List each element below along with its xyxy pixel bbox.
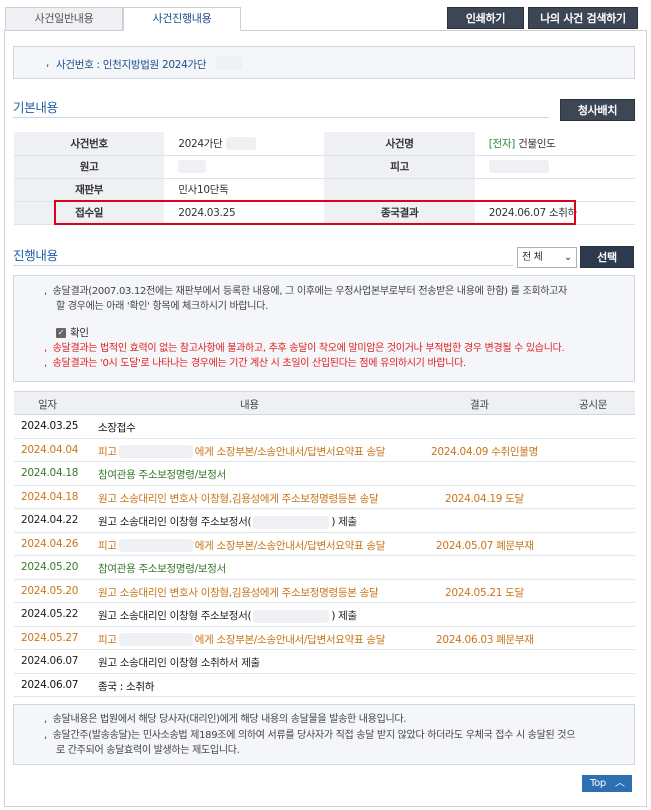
redacted bbox=[118, 445, 193, 458]
footer-line: , 송달내용은 법원에서 해당 당사자(대리인)에게 해당 내용의 송달물을 발… bbox=[44, 714, 407, 725]
info-header: 사건번호 bbox=[14, 132, 165, 156]
table-row: 2024.04.04 피고 에게 소장부본/소송안내서/답변서요약표 송달 2024.… bbox=[14, 439, 635, 462]
row-content: 원고 소송대리인 이창형 소취하서 제출 bbox=[98, 657, 260, 669]
row-content: 피고 에게 소장부본/소송안내서/답변서요약표 송달 bbox=[98, 633, 386, 646]
print-button[interactable]: 인쇄하기 bbox=[447, 7, 524, 29]
table-row: 2024.05.20 원고 소송대리인 변호사 이창형,김용성에게 주소보정명령등… bbox=[14, 580, 635, 603]
electronic-tag: [전자] bbox=[488, 137, 516, 150]
tab-case-progress[interactable]: 사건진행내용 bbox=[123, 7, 241, 31]
court-layout-button[interactable]: 청사배치 bbox=[560, 99, 635, 121]
highlight-box bbox=[54, 200, 576, 225]
table-row: 2024.05.20 참여관용 주소보정명령/보정서 bbox=[14, 556, 635, 580]
info-row: 사건번호 2024가단 사건명 [전자] 건물인도 bbox=[14, 132, 635, 156]
row-date: 2024.04.26 bbox=[21, 537, 79, 550]
filter-select[interactable]: 전 체 ⌄ bbox=[517, 247, 577, 268]
warning-line: , 송달결과는 법적인 효력이 없는 참고사항에 불과하고, 추후 송달이 착오… bbox=[44, 343, 565, 354]
col-notice: 공시문 bbox=[579, 399, 608, 411]
divider bbox=[13, 265, 513, 266]
redacted bbox=[253, 609, 330, 623]
row-content: 종국 : 소취하 bbox=[98, 680, 155, 693]
row-content: 원고 소송대리인 변호사 이창형,김용성에게 주소보정명령등본 송달 bbox=[98, 492, 379, 505]
confirm-checkbox[interactable]: ✓ 확인 bbox=[56, 325, 89, 340]
col-date: 일자 bbox=[38, 399, 57, 411]
basic-section-title: 기본내용 bbox=[13, 100, 58, 115]
table-row: 2024.06.07 종국 : 소취하 bbox=[14, 674, 635, 697]
row-date: 2024.04.18 bbox=[21, 467, 79, 479]
row-content: 원고 소송대리인 이창형 주소보정서() 제출 bbox=[98, 515, 357, 529]
info-value: 2024가단 bbox=[164, 132, 325, 156]
row-result: 2024.04.09 수취인불명 bbox=[431, 445, 538, 458]
info-header: 사건명 bbox=[324, 132, 475, 156]
row-date: 2024.04.22 bbox=[21, 514, 79, 526]
table-row: 2024.04.22 원고 소송대리인 이창형 주소보정서() 제출 bbox=[14, 509, 635, 533]
row-content: 소장접수 bbox=[98, 422, 136, 434]
select-button[interactable]: 선택 bbox=[580, 246, 634, 268]
info-value bbox=[474, 178, 635, 202]
tab-case-general[interactable]: 사건일반내용 bbox=[5, 7, 123, 31]
table-row: 2024.04.26 피고 에게 소장부본/소송안내서/답변서요약표 송달 2024.… bbox=[14, 533, 635, 556]
chevron-down-icon: ⌄ bbox=[563, 252, 572, 263]
row-result: 2024.04.19 도달 bbox=[445, 492, 524, 505]
info-row: 재판부 민사10단독 bbox=[14, 178, 635, 202]
info-value: 민사10단독 bbox=[164, 178, 325, 202]
warning-line: , 송달결과는 '0시 도달'로 나타나는 경우에는 기간 계산 시 초일이 산… bbox=[44, 358, 466, 369]
redacted bbox=[118, 633, 193, 646]
divider bbox=[13, 117, 549, 118]
table-row: 2024.05.27 피고 에게 소장부본/소송안내서/답변서요약표 송달 2024.… bbox=[14, 627, 635, 650]
progress-table-header: 일자 내용 결과 공시문 bbox=[14, 391, 635, 415]
chevron-up-icon: ︿ bbox=[614, 778, 625, 789]
row-content: 원고 소송대리인 변호사 이창형,김용성에게 주소보정명령등본 송달 bbox=[98, 586, 379, 599]
row-date: 2024.06.07 bbox=[21, 655, 79, 667]
row-date: 2024.04.04 bbox=[21, 443, 79, 456]
table-row: 2024.03.25 소장접수 bbox=[14, 415, 635, 439]
info-row: 원고 피고 bbox=[14, 155, 635, 179]
notice-line: 할 경우에는 아래 '확인' 항목에 체크하시기 바랍니다. bbox=[56, 301, 268, 312]
col-content: 내용 bbox=[240, 399, 259, 411]
table-row: 2024.04.18 참여관용 주소보정명령/보정서 bbox=[14, 462, 635, 486]
row-content: 원고 소송대리인 이창형 주소보정서() 제출 bbox=[98, 609, 357, 623]
bullet: , bbox=[46, 57, 50, 69]
row-result: 2024.06.03 폐문부재 bbox=[436, 633, 534, 646]
info-header: 원고 bbox=[14, 155, 165, 179]
row-date: 2024.05.20 bbox=[21, 561, 79, 573]
row-date: 2024.05.27 bbox=[21, 631, 79, 644]
row-result: 2024.05.21 도달 bbox=[445, 586, 524, 599]
row-result: 2024.05.07 폐문부재 bbox=[436, 539, 534, 552]
row-content: 참여관용 주소보정명령/보정서 bbox=[98, 563, 226, 575]
row-date: 2024.06.07 bbox=[21, 678, 79, 691]
row-content: 피고 에게 소장부본/소송안내서/답변서요약표 송달 bbox=[98, 445, 386, 458]
row-content: 참여관용 주소보정명령/보정서 bbox=[98, 469, 226, 481]
info-value bbox=[474, 155, 635, 179]
col-result: 결과 bbox=[470, 399, 489, 411]
table-row: 2024.04.18 원고 소송대리인 변호사 이창형,김용성에게 주소보정명령등… bbox=[14, 486, 635, 509]
row-date: 2024.05.22 bbox=[21, 608, 79, 620]
info-header bbox=[324, 178, 475, 202]
case-number-box: , 사건번호 : 인천지방법원 2024가단 bbox=[13, 46, 635, 79]
table-row: 2024.06.07 원고 소송대리인 이창형 소취하서 제출 bbox=[14, 650, 635, 674]
top-button[interactable]: Top ︿ bbox=[582, 775, 632, 792]
row-date: 2024.03.25 bbox=[21, 420, 79, 432]
my-case-search-button[interactable]: 나의 사건 검색하기 bbox=[528, 7, 638, 29]
notice-line: , 송달결과(2007.03.12전에는 재판부에서 등록한 내용에, 그 이후… bbox=[44, 286, 567, 297]
footer-line: 로 간주되어 송달효력이 발생하는 제도입니다. bbox=[56, 745, 240, 756]
redacted bbox=[216, 56, 242, 70]
row-content: 피고 에게 소장부본/소송안내서/답변서요약표 송달 bbox=[98, 539, 386, 552]
info-header: 재판부 bbox=[14, 178, 165, 202]
info-header: 피고 bbox=[324, 155, 475, 179]
row-date: 2024.05.20 bbox=[21, 584, 79, 597]
footer-line: , 송달간주(발송송달)는 민사소송법 제189조에 의하여 서류를 당사자가 … bbox=[44, 730, 576, 741]
row-date: 2024.04.18 bbox=[21, 490, 79, 503]
info-value: [전자] 건물인도 bbox=[474, 132, 635, 156]
table-row: 2024.05.22 원고 소송대리인 이창형 주소보정서() 제출 bbox=[14, 603, 635, 627]
case-number-text: 사건번호 : 인천지방법원 2024가단 bbox=[56, 59, 207, 71]
redacted bbox=[118, 539, 193, 552]
check-icon: ✓ bbox=[56, 328, 66, 338]
info-value bbox=[164, 155, 325, 179]
progress-section-title: 진행내용 bbox=[13, 248, 58, 263]
redacted bbox=[253, 515, 330, 529]
